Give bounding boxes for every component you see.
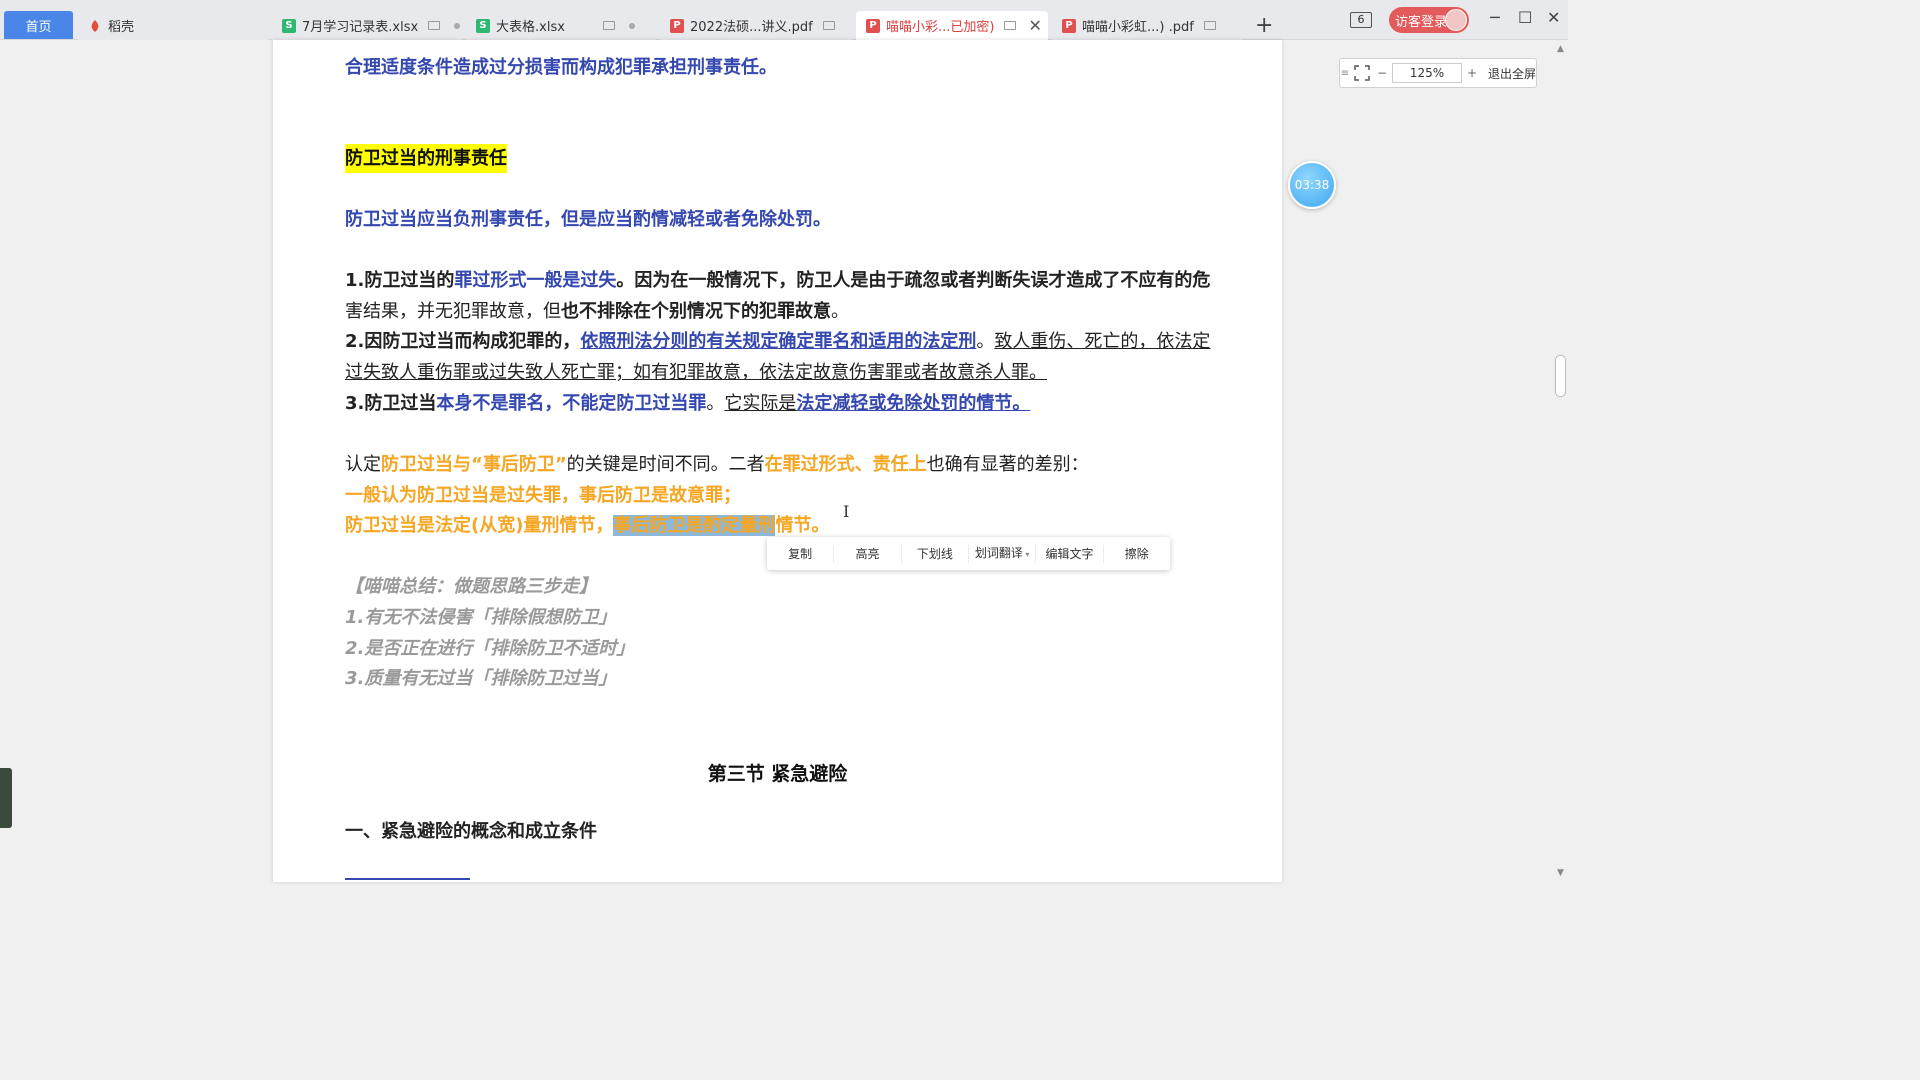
- tab-big-sheet[interactable]: S 大表格.xlsx: [466, 11, 656, 40]
- summary-title: 【喵喵总结：做题思路三步走】: [345, 576, 597, 597]
- zoom-out-button[interactable]: −: [1374, 66, 1390, 80]
- copy-button[interactable]: 复制: [767, 544, 835, 563]
- scrollbar-thumb[interactable]: [1555, 355, 1566, 397]
- doc-paragraph: 防卫过当应当负刑事责任，但是应当酌情减轻或者免除处罚。: [345, 209, 831, 230]
- doc-line: 合理适度条件造成过分损害而构成犯罪承担刑事责任。: [345, 57, 777, 78]
- translate-button[interactable]: 划词翻译 ▾: [969, 543, 1037, 564]
- erase-button[interactable]: 擦除: [1104, 545, 1170, 563]
- summary-item: 1.有无不法侵害「排除假想防卫」: [345, 607, 617, 628]
- close-window-icon[interactable]: ✕: [1547, 8, 1560, 27]
- tab-encrypted-pdf[interactable]: P 喵喵小彩...已加密) ✕: [856, 11, 1048, 40]
- tab-label: 7月学习记录表.xlsx: [302, 20, 419, 35]
- doc-paragraph: 害结果，并无犯罪故意，但也不排除在个别情况下的犯罪故意。: [345, 301, 849, 322]
- chapter-section-title: 第三节 紧急避险: [707, 763, 848, 785]
- highlight-button[interactable]: 高亮: [834, 544, 902, 563]
- scroll-down-icon[interactable]: ▼: [1557, 868, 1564, 878]
- login-label: 访客登录: [1395, 14, 1448, 30]
- tab-label: 喵喵小彩虹...) .pdf: [1082, 20, 1194, 35]
- tab-study-record[interactable]: S 7月学习记录表.xlsx: [272, 11, 462, 40]
- chevron-down-icon: ▾: [1022, 549, 1030, 559]
- edit-text-button[interactable]: 编辑文字: [1036, 544, 1104, 563]
- monitor-icon: [1004, 21, 1017, 30]
- pdf-icon: P: [866, 18, 880, 33]
- doc-paragraph: 1.防卫过当的罪过形式一般是过失。因为在一般情况下，防卫人是由于疏忽或者判断失误…: [345, 270, 1211, 291]
- zoom-input[interactable]: 125%: [1392, 63, 1462, 83]
- selection-toolbar: 复制 高亮 下划线 划词翻译 ▾ 编辑文字 擦除: [767, 537, 1170, 570]
- avatar: [1445, 9, 1467, 31]
- monitor-icon: [1203, 21, 1216, 30]
- doc-paragraph: 防卫过当是法定(从宽)量刑情节，事后防卫是酌定量刑情节。: [345, 515, 830, 536]
- login-button[interactable]: 访客登录: [1389, 7, 1469, 33]
- document-page: 合理适度条件造成过分损害而构成犯罪承担刑事责任。 防卫过当的刑事责任 防卫过当应…: [273, 40, 1282, 882]
- tab-home[interactable]: 首页: [4, 11, 73, 39]
- minimize-icon[interactable]: ─: [1490, 8, 1500, 27]
- drag-handle-icon[interactable]: ≡: [1340, 68, 1350, 79]
- unsaved-dot-icon: [628, 22, 635, 29]
- selected-text: 事后防卫是酌定量刑: [613, 515, 776, 536]
- tab-rainbow-pdf[interactable]: P 喵喵小彩虹...) .pdf: [1052, 11, 1242, 40]
- section-heading: 防卫过当的刑事责任: [345, 144, 507, 173]
- doc-paragraph: 3.防卫过当本身不是罪名，不能定防卫过当罪。它实际是法定减轻或免除处罚的情节。: [345, 393, 1031, 414]
- unsaved-dot-icon: [454, 22, 461, 29]
- window-count[interactable]: 6: [1350, 12, 1372, 28]
- tab-bar: 首页 稻壳 S 7月学习记录表.xlsx S 大表格.xlsx P 2022法硕…: [0, 0, 1568, 40]
- tab-label: 2022法硕...讲义.pdf: [690, 20, 813, 35]
- pdf-icon: P: [1062, 18, 1076, 33]
- sheet-icon: S: [476, 18, 490, 33]
- tab-lecture-pdf[interactable]: P 2022法硕...讲义.pdf: [660, 11, 852, 40]
- sheet-icon: S: [282, 18, 296, 33]
- underline-button[interactable]: 下划线: [902, 544, 969, 563]
- subsection-title: 一、紧急避险的概念和成立条件: [345, 821, 597, 842]
- maximize-icon[interactable]: ☐: [1518, 8, 1532, 27]
- daoke-icon: [88, 19, 102, 33]
- monitor-icon: [602, 21, 615, 30]
- doc-paragraph: 认定防卫过当与“事后防卫”的关键是时间不同。二者在罪过形式、责任上也确有显著的差…: [345, 454, 1089, 475]
- text-cursor-icon: I: [843, 502, 850, 521]
- side-panel-handle[interactable]: [0, 768, 12, 828]
- exit-fullscreen-button[interactable]: 退出全屏: [1488, 65, 1536, 82]
- divider: [345, 878, 470, 880]
- doc-paragraph: 一般认为防卫过当是过失罪，事后防卫是故意罪；: [345, 485, 741, 506]
- pdf-icon: P: [670, 18, 684, 33]
- tab-label: 稻壳: [108, 20, 135, 35]
- zoom-panel: ≡ − 125% + 退出全屏: [1339, 58, 1537, 88]
- doc-paragraph: 过失致人重伤罪或过失致人死亡罪；如有犯罪故意，依法定故意伤害罪或者故意杀人罪。: [345, 362, 1047, 383]
- summary-item: 2.是否正在进行「排除防卫不适时」: [345, 638, 635, 659]
- monitor-icon: [428, 21, 441, 30]
- doc-paragraph: 2.因防卫过当而构成犯罪的，依照刑法分则的有关规定确定罪名和适用的法定刑。致人重…: [345, 331, 1211, 352]
- zoom-in-button[interactable]: +: [1464, 66, 1480, 80]
- tab-daoke[interactable]: 稻壳: [78, 11, 268, 40]
- tab-label: 大表格.xlsx: [496, 20, 565, 35]
- scroll-up-icon[interactable]: ▲: [1557, 44, 1564, 54]
- timer-badge[interactable]: 03:38: [1288, 161, 1336, 209]
- close-icon[interactable]: ✕: [1028, 16, 1041, 35]
- fit-screen-icon[interactable]: [1350, 65, 1374, 81]
- new-tab-button[interactable]: +: [1255, 13, 1273, 38]
- summary-item: 3.质量有无过当「排除防卫过当」: [345, 668, 617, 689]
- monitor-icon: [822, 21, 835, 30]
- tab-label: 喵喵小彩...已加密): [886, 20, 995, 35]
